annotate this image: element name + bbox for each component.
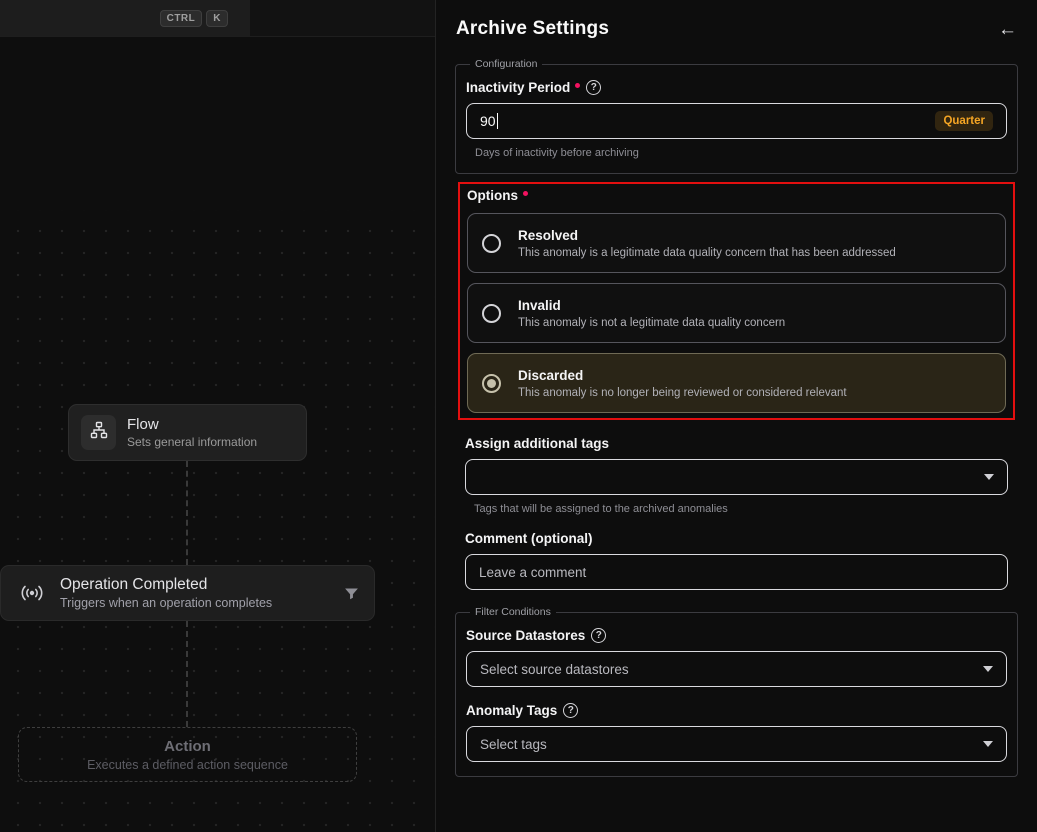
comment-input[interactable]: Leave a comment bbox=[465, 554, 1008, 590]
broadcast-icon bbox=[19, 582, 47, 604]
anomaly-tags-placeholder: Select tags bbox=[480, 736, 547, 752]
operation-completed-node[interactable]: Operation Completed Triggers when an ope… bbox=[0, 565, 375, 621]
action-node-title: Action bbox=[164, 737, 211, 755]
operation-node-subtitle: Triggers when an operation completes bbox=[60, 596, 273, 610]
comment-label: Comment (optional) bbox=[465, 531, 593, 546]
operation-node-title: Operation Completed bbox=[60, 576, 208, 593]
ctrl-key-badge: CTRL bbox=[159, 9, 203, 27]
filter-conditions-legend: Filter Conditions bbox=[475, 606, 551, 618]
inactivity-period-label: Inactivity Period bbox=[466, 80, 571, 95]
option-description: This anomaly is no longer being reviewed… bbox=[518, 386, 847, 399]
operation-node-text: Operation Completed Triggers when an ope… bbox=[60, 576, 272, 610]
flow-node-subtitle: Sets general information bbox=[127, 435, 258, 449]
inactivity-helper-text: Days of inactivity before archiving bbox=[475, 147, 639, 159]
red-annotation-box: Options Resolved This anomaly is a legit… bbox=[458, 182, 1015, 420]
option-description: This anomaly is a legitimate data qualit… bbox=[518, 246, 896, 259]
source-datastores-label: Source Datastores bbox=[466, 628, 586, 643]
action-node-subtitle: Executes a defined action sequence bbox=[87, 757, 288, 772]
panel-body: Configuration Inactivity Period ? 90 Qua… bbox=[436, 48, 1037, 777]
help-icon[interactable]: ? bbox=[591, 628, 607, 643]
filter-funnel-icon[interactable] bbox=[343, 585, 360, 602]
help-icon[interactable]: ? bbox=[586, 80, 602, 95]
radio-unselected-icon bbox=[482, 233, 501, 253]
flow-node-icon-box bbox=[81, 415, 116, 450]
source-datastores-select[interactable]: Select source datastores bbox=[466, 651, 1007, 687]
options-label: Options bbox=[467, 188, 518, 203]
assign-tags-helper-text: Tags that will be assigned to the archiv… bbox=[474, 503, 728, 515]
radio-selected-icon bbox=[482, 373, 501, 393]
option-description: This anomaly is not a legitimate data qu… bbox=[518, 316, 786, 329]
connector-line-1 bbox=[186, 461, 188, 565]
option-text: Discarded This anomaly is no longer bein… bbox=[518, 368, 847, 399]
option-title: Invalid bbox=[518, 297, 561, 313]
assign-tags-section: Assign additional tags Tags that will be… bbox=[465, 436, 1008, 515]
source-datastores-label-row: Source Datastores ? bbox=[466, 628, 1007, 643]
flow-node-title: Flow bbox=[127, 416, 159, 433]
canvas-topbar: CTRL K bbox=[0, 0, 435, 37]
back-arrow-icon[interactable]: ← bbox=[998, 20, 1017, 39]
comment-placeholder: Leave a comment bbox=[479, 564, 587, 580]
comment-section: Comment (optional) Leave a comment bbox=[465, 531, 1008, 590]
assign-tags-select[interactable] bbox=[465, 459, 1008, 495]
configuration-section: Configuration Inactivity Period ? 90 Qua… bbox=[455, 58, 1018, 174]
configuration-legend: Configuration bbox=[475, 58, 538, 70]
options-label-row: Options bbox=[467, 188, 1006, 203]
option-discarded[interactable]: Discarded This anomaly is no longer bein… bbox=[467, 353, 1006, 413]
chevron-down-icon bbox=[983, 666, 993, 672]
text-cursor bbox=[496, 113, 498, 129]
source-datastores-placeholder: Select source datastores bbox=[480, 661, 629, 677]
radio-unselected-icon bbox=[482, 303, 501, 323]
sitemap-icon bbox=[89, 420, 109, 445]
chevron-down-icon bbox=[983, 741, 993, 747]
search-shortcut-trigger[interactable]: CTRL K bbox=[0, 0, 250, 36]
chevron-down-icon bbox=[984, 474, 994, 480]
flow-node[interactable]: Flow Sets general information bbox=[68, 404, 307, 461]
anomaly-tags-select[interactable]: Select tags bbox=[466, 726, 1007, 762]
option-invalid[interactable]: Invalid This anomaly is not a legitimate… bbox=[467, 283, 1006, 343]
option-title: Discarded bbox=[518, 367, 584, 383]
option-title: Resolved bbox=[518, 227, 579, 243]
k-key-badge: K bbox=[206, 9, 228, 27]
inactivity-period-input[interactable]: 90 Quarter bbox=[466, 103, 1007, 139]
required-dot bbox=[523, 191, 528, 196]
required-dot bbox=[575, 83, 581, 88]
inactivity-period-label-row: Inactivity Period ? bbox=[466, 80, 1007, 95]
inactivity-period-value: 90 bbox=[480, 113, 496, 129]
filter-conditions-section: Filter Conditions Source Datastores ? Se… bbox=[455, 606, 1018, 777]
assign-tags-label: Assign additional tags bbox=[465, 436, 610, 451]
flow-canvas[interactable]: CTRL K Flow Sets general information Ope… bbox=[0, 0, 435, 832]
option-text: Invalid This anomaly is not a legitimate… bbox=[518, 298, 785, 329]
archive-settings-panel: Archive Settings ← Configuration Inactiv… bbox=[435, 0, 1037, 832]
anomaly-tags-label: Anomaly Tags bbox=[466, 703, 558, 718]
action-placeholder-node[interactable]: Action Executes a defined action sequenc… bbox=[18, 727, 357, 782]
panel-header: Archive Settings ← bbox=[436, 0, 1037, 48]
page-title: Archive Settings bbox=[456, 18, 610, 39]
help-icon[interactable]: ? bbox=[563, 703, 579, 718]
option-resolved[interactable]: Resolved This anomaly is a legitimate da… bbox=[467, 213, 1006, 273]
connector-line-2 bbox=[186, 621, 188, 727]
anomaly-tags-label-row: Anomaly Tags ? bbox=[466, 703, 1007, 718]
flow-node-text: Flow Sets general information bbox=[127, 416, 257, 449]
option-text: Resolved This anomaly is a legitimate da… bbox=[518, 228, 896, 259]
period-unit-badge[interactable]: Quarter bbox=[935, 111, 993, 131]
